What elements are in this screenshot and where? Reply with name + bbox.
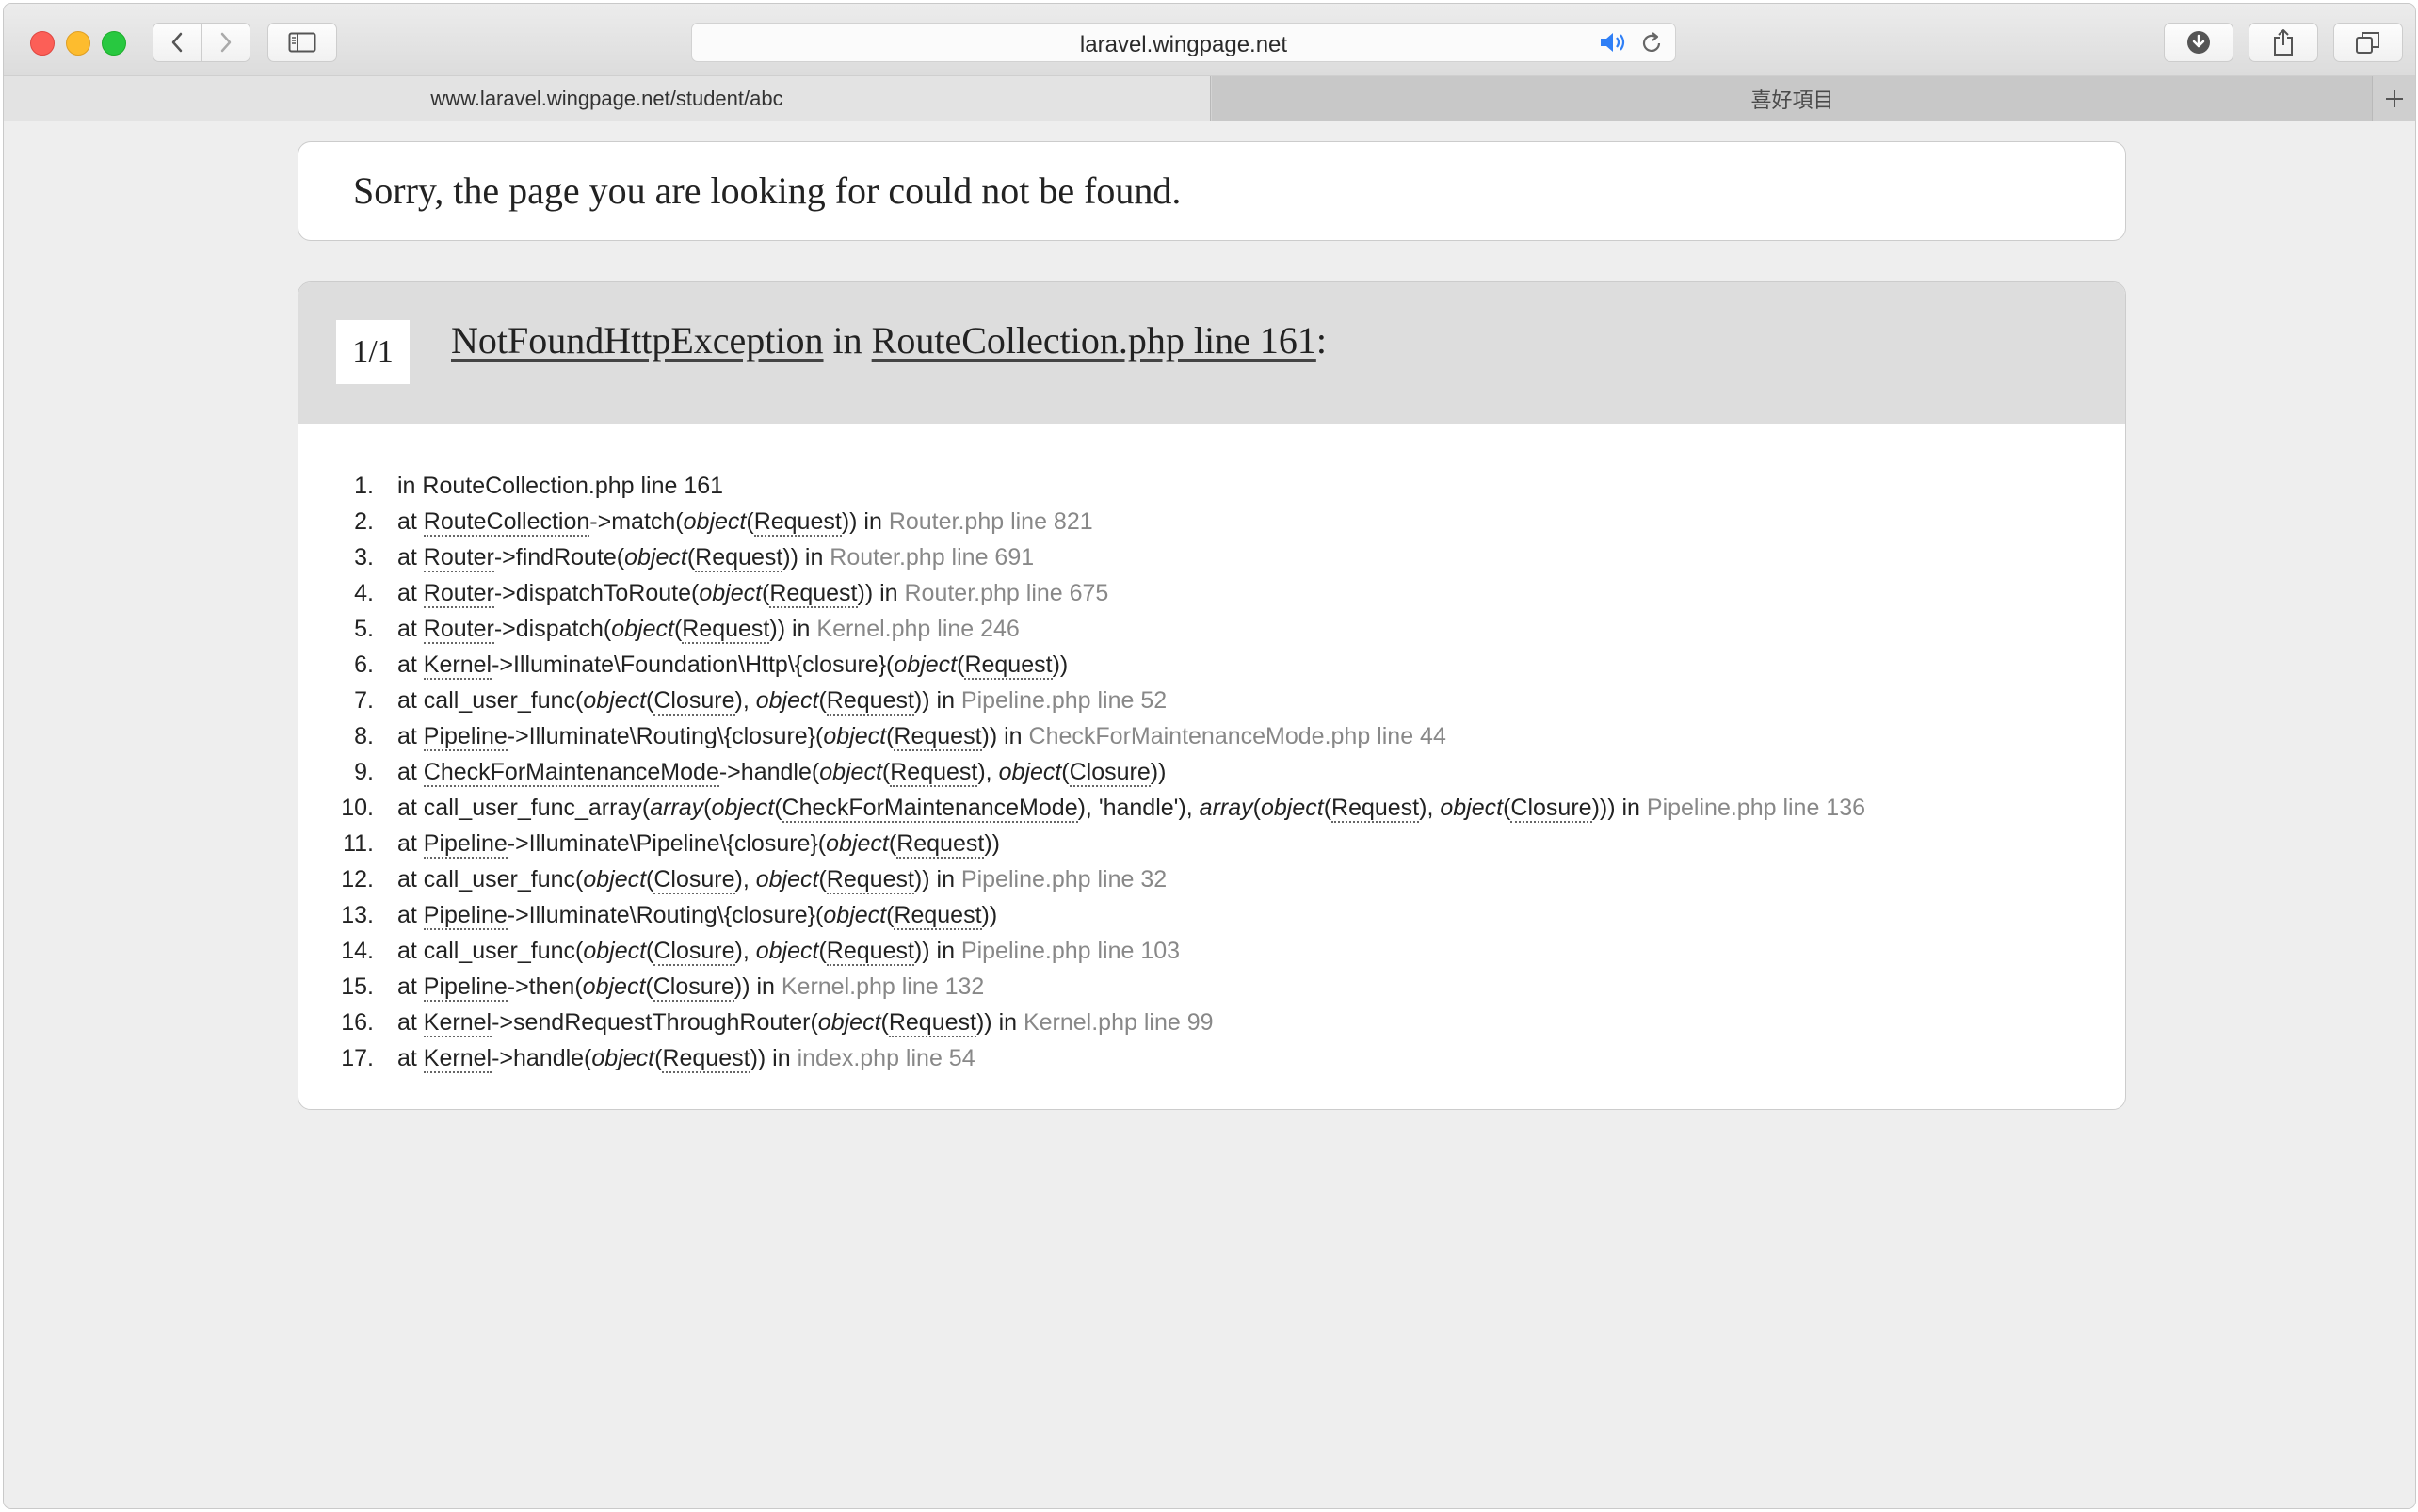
trace-number: 8. xyxy=(354,723,374,749)
trace-number: 7. xyxy=(354,687,374,714)
trace-text: at call_user_func(object(Closure), objec… xyxy=(397,938,1181,966)
address-url: laravel.wingpage.net xyxy=(1079,32,1288,57)
not-found-box: Sorry, the page you are looking for coul… xyxy=(298,141,2126,241)
trace-number: 13. xyxy=(341,902,374,928)
zoom-window-button[interactable] xyxy=(102,31,126,56)
exception-in: in xyxy=(832,319,862,362)
trace-text: at call_user_func(object(Closure), objec… xyxy=(397,866,1168,894)
trace-text: at Kernel->handle(object(Request)) in in… xyxy=(397,1045,975,1073)
exception-header: 1/1 NotFoundHttpException in RouteCollec… xyxy=(298,282,2125,424)
trace-text: at Pipeline->Illuminate\Routing\{closure… xyxy=(397,723,1446,751)
share-button[interactable] xyxy=(2249,23,2318,62)
tab-bar: www.laravel.wingpage.net/student/abc 喜好項… xyxy=(4,76,2415,121)
trace-text: at Pipeline->then(object(Closure)) in Ke… xyxy=(397,973,985,1002)
trace-number: 12. xyxy=(341,866,374,893)
trace-text: at Kernel->Illuminate\Foundation\Http\{c… xyxy=(397,651,1069,680)
address-bar[interactable]: laravel.wingpage.net xyxy=(691,23,1676,62)
not-found-message: Sorry, the page you are looking for coul… xyxy=(353,169,1182,212)
trace-text: at CheckForMaintenanceMode->handle(objec… xyxy=(397,759,1167,787)
sidebar-icon xyxy=(288,32,316,53)
downloads-button[interactable] xyxy=(2164,23,2233,62)
speaker-icon[interactable] xyxy=(1598,30,1630,55)
trace-number: 2. xyxy=(354,508,374,535)
forward-icon xyxy=(220,32,231,53)
close-window-button[interactable] xyxy=(30,31,55,56)
trace-number: 10. xyxy=(341,795,374,821)
tabs-overview-icon xyxy=(2356,32,2379,54)
trace-text: at Kernel->sendRequestThroughRouter(obje… xyxy=(397,1009,1214,1037)
browser-window: laravel.wingpage.net www.laravel.wingpag… xyxy=(3,3,2416,1509)
trace-number: 5. xyxy=(354,616,374,642)
minimize-window-button[interactable] xyxy=(66,31,90,56)
back-icon xyxy=(172,32,183,53)
new-tab-icon xyxy=(2385,89,2403,107)
trace-text: in RouteCollection.php line 161 xyxy=(397,473,724,499)
trace-number: 9. xyxy=(354,759,374,785)
trace-text: at Router->dispatchToRoute(object(Reques… xyxy=(397,580,1109,608)
exception-location: RouteCollection.php line 161 xyxy=(871,319,1316,362)
sidebar-button[interactable] xyxy=(267,23,337,62)
reload-icon[interactable] xyxy=(1639,31,1664,56)
exception-class: NotFoundHttpException xyxy=(451,319,824,362)
exception-count: 1/1 xyxy=(336,320,410,384)
trace-number: 6. xyxy=(354,651,374,678)
tab-hobby-items[interactable]: 喜好項目 xyxy=(1212,76,2373,121)
exception-title: NotFoundHttpException in RouteCollection… xyxy=(451,318,1327,362)
trace-text: at call_user_func_array(array(object(Che… xyxy=(397,795,1866,823)
trace-text: at Router->findRoute(object(Request)) in… xyxy=(397,544,1035,572)
back-button[interactable] xyxy=(153,24,202,61)
page-content: Sorry, the page you are looking for coul… xyxy=(4,121,2415,1508)
exception-box: 1/1 NotFoundHttpException in RouteCollec… xyxy=(298,281,2126,1110)
new-tab-button[interactable] xyxy=(2372,76,2415,121)
trace-number: 14. xyxy=(341,938,374,964)
trace-number: 15. xyxy=(341,973,374,1000)
download-icon xyxy=(2187,31,2210,54)
tab-student-abc[interactable]: www.laravel.wingpage.net/student/abc xyxy=(4,76,1211,121)
tabs-overview-button[interactable] xyxy=(2333,23,2403,62)
trace-text: at Pipeline->Illuminate\Routing\{closure… xyxy=(397,902,998,930)
trace-number: 11. xyxy=(343,830,374,857)
trace-text: at Router->dispatch(object(Request)) in … xyxy=(397,616,1020,644)
trace-number: 17. xyxy=(341,1045,374,1071)
trace-text: at Pipeline->Illuminate\Pipeline\{closur… xyxy=(397,830,1000,859)
toolbar: laravel.wingpage.net xyxy=(4,4,2415,76)
trace-number: 16. xyxy=(341,1009,374,1036)
trace-number: 4. xyxy=(354,580,374,606)
trace-text: at RouteCollection->match(object(Request… xyxy=(397,508,1093,537)
share-icon xyxy=(2274,29,2293,56)
exception-colon: : xyxy=(1315,319,1327,362)
trace-number: 1. xyxy=(354,473,374,499)
trace-text: at call_user_func(object(Closure), objec… xyxy=(397,687,1168,716)
forward-button[interactable] xyxy=(201,24,250,61)
trace-number: 3. xyxy=(354,544,374,571)
navigation-buttons xyxy=(153,23,250,62)
